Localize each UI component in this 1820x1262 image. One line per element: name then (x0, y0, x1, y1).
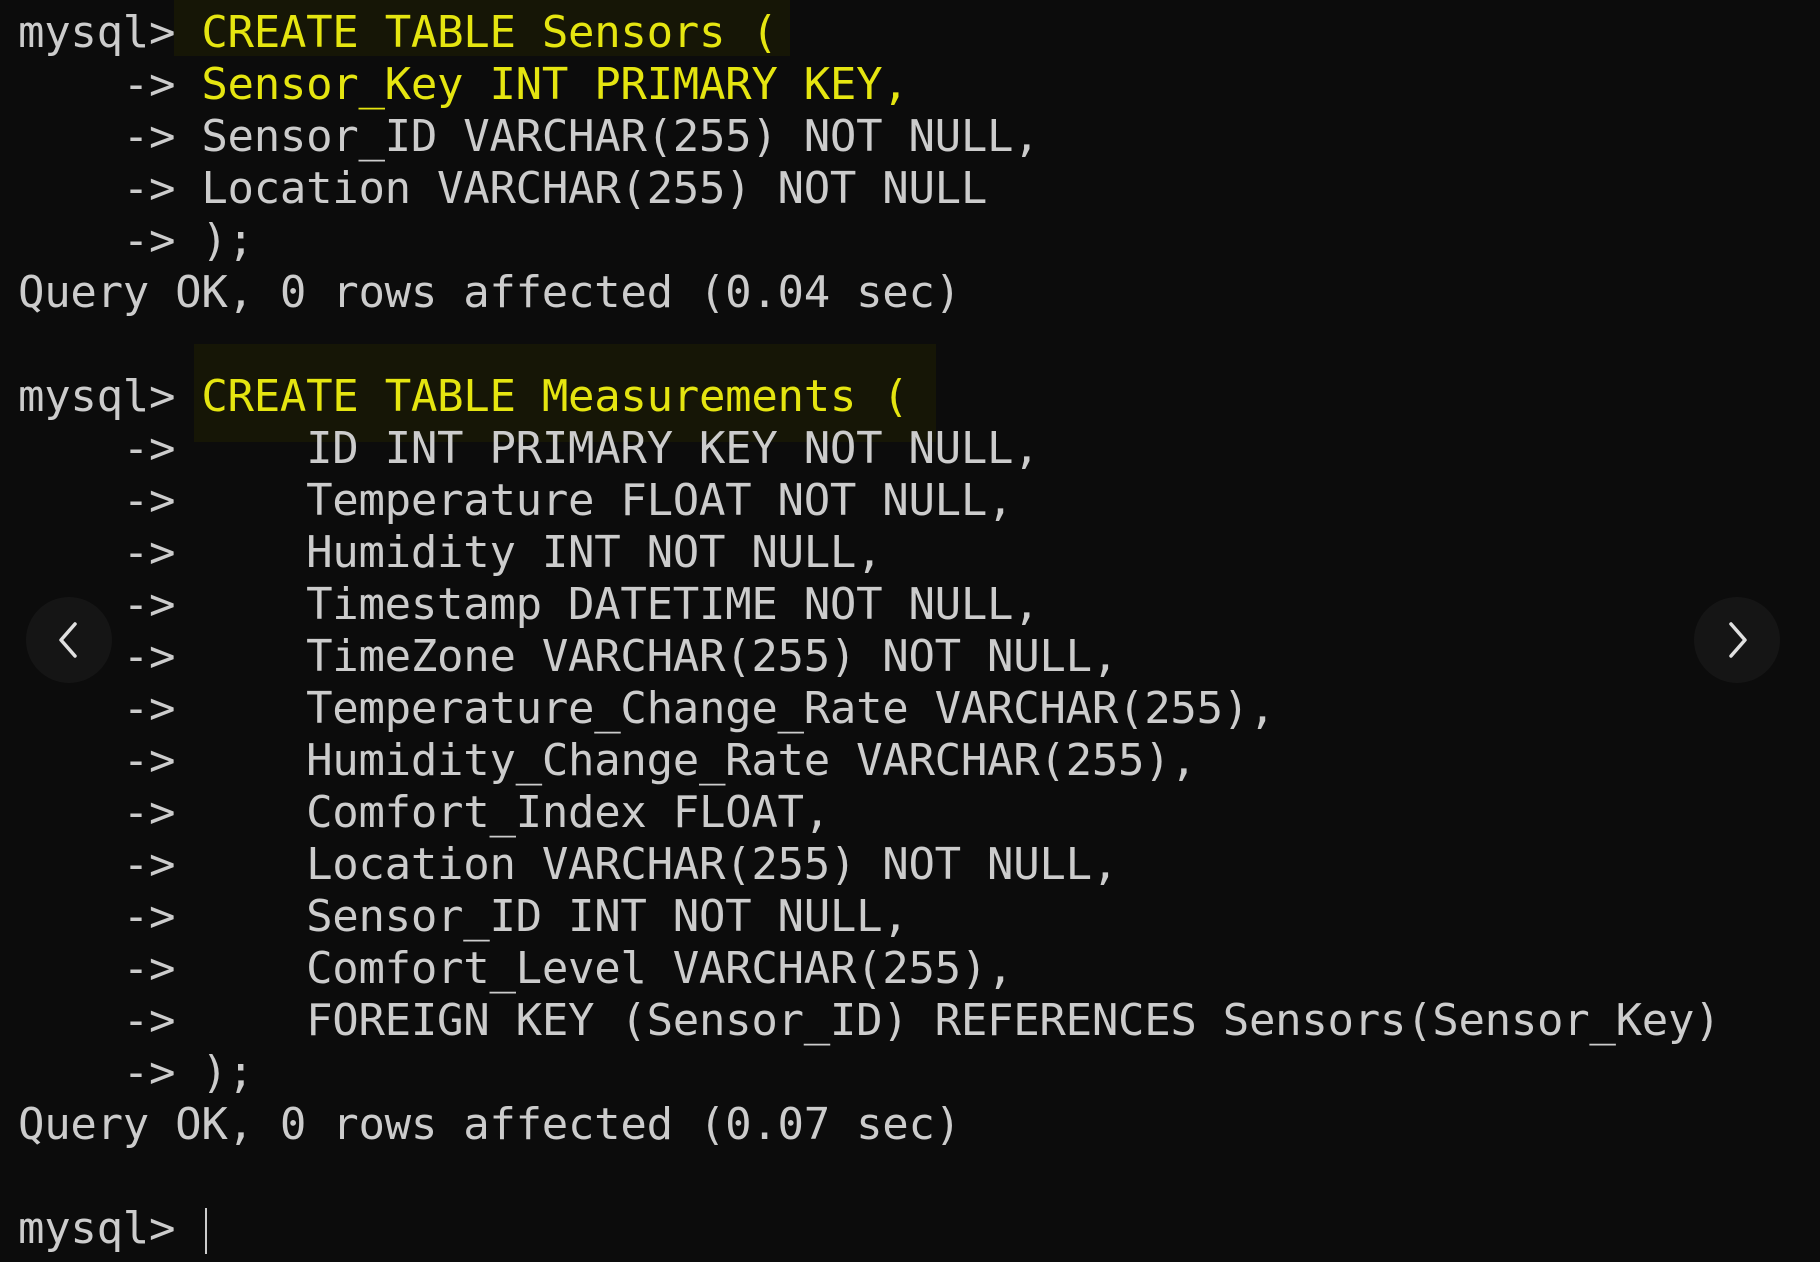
continuation-prompt: -> (18, 111, 176, 162)
sql-command: Sensor_Key INT PRIMARY KEY, (175, 59, 909, 110)
sql-command: TimeZone VARCHAR(255) NOT NULL, (175, 631, 1119, 682)
continuation-prompt: -> (18, 215, 176, 266)
sql-command: Humidity INT NOT NULL, (175, 527, 883, 578)
sql-command: Comfort_Index FLOAT, (175, 787, 830, 838)
prompt: mysql> (18, 7, 176, 58)
sql-command: Timestamp DATETIME NOT NULL, (175, 579, 1040, 630)
terminal-line: -> Location VARCHAR(255) NOT NULL, (18, 839, 1119, 891)
chevron-left-icon (53, 620, 85, 660)
continuation-prompt: -> (18, 839, 176, 890)
terminal-line: -> ); (18, 1047, 254, 1099)
terminal-line: mysql> CREATE TABLE Measurements ( (18, 371, 909, 423)
terminal-line: -> FOREIGN KEY (Sensor_ID) REFERENCES Se… (18, 995, 1721, 1047)
sql-command: Temperature_Change_Rate VARCHAR(255), (175, 683, 1276, 734)
continuation-prompt: -> (18, 1047, 176, 1098)
continuation-prompt: -> (18, 995, 176, 1046)
terminal-line: -> Location VARCHAR(255) NOT NULL (18, 163, 988, 215)
sql-command: CREATE TABLE Sensors ( (201, 7, 778, 58)
chevron-right-icon (1721, 620, 1753, 660)
terminal-line: -> Temperature FLOAT NOT NULL, (18, 475, 1014, 527)
sql-command: Comfort_Level VARCHAR(255), (175, 943, 1014, 994)
terminal-line: -> ID INT PRIMARY KEY NOT NULL, (18, 423, 1040, 475)
query-result: Query OK, 0 rows affected (0.07 sec) (18, 1099, 961, 1150)
sql-command: ID INT PRIMARY KEY NOT NULL, (175, 423, 1040, 474)
sql-command: Humidity_Change_Rate VARCHAR(255), (175, 735, 1197, 786)
sql-command: Location VARCHAR(255) NOT NULL (175, 163, 988, 214)
continuation-prompt: -> (18, 475, 176, 526)
sql-command: Sensor_ID INT NOT NULL, (175, 891, 909, 942)
sql-command: Sensor_ID VARCHAR(255) NOT NULL, (175, 111, 1040, 162)
continuation-prompt: -> (18, 163, 176, 214)
prompt: mysql> (18, 1203, 176, 1254)
next-button[interactable] (1694, 597, 1780, 683)
continuation-prompt: -> (18, 527, 176, 578)
terminal-line: -> Sensor_ID INT NOT NULL, (18, 891, 909, 943)
terminal-line: -> TimeZone VARCHAR(255) NOT NULL, (18, 631, 1119, 683)
terminal-line: -> Timestamp DATETIME NOT NULL, (18, 579, 1040, 631)
terminal-line: -> Sensor_ID VARCHAR(255) NOT NULL, (18, 111, 1040, 163)
sql-command: FOREIGN KEY (Sensor_ID) REFERENCES Senso… (175, 995, 1721, 1046)
continuation-prompt: -> (18, 735, 176, 786)
prompt: mysql> (18, 371, 176, 422)
continuation-prompt: -> (18, 891, 176, 942)
terminal-line: -> Humidity_Change_Rate VARCHAR(255), (18, 735, 1197, 787)
continuation-prompt: -> (18, 683, 176, 734)
terminal-line: -> Humidity INT NOT NULL, (18, 527, 883, 579)
terminal-line: -> Comfort_Index FLOAT, (18, 787, 830, 839)
sql-command: Location VARCHAR(255) NOT NULL, (175, 839, 1119, 890)
terminal-line: -> Sensor_Key INT PRIMARY KEY, (18, 59, 909, 111)
sql-command: CREATE TABLE Measurements ( (201, 371, 909, 422)
sql-command: ); (175, 1047, 254, 1098)
terminal-line: -> ); (18, 215, 254, 267)
previous-button[interactable] (26, 597, 112, 683)
query-result: Query OK, 0 rows affected (0.04 sec) (18, 267, 961, 318)
terminal-window[interactable]: mysql> CREATE TABLE Sensors ( -> Sensor_… (0, 0, 1820, 1262)
input-line[interactable]: mysql> (18, 1203, 208, 1255)
text-cursor (205, 1208, 208, 1254)
continuation-prompt: -> (18, 59, 176, 110)
terminal-line: -> Temperature_Change_Rate VARCHAR(255), (18, 683, 1276, 735)
sql-command: ); (175, 215, 254, 266)
terminal-line: mysql> CREATE TABLE Sensors ( (18, 7, 778, 59)
continuation-prompt: -> (18, 423, 176, 474)
continuation-prompt: -> (18, 787, 176, 838)
terminal-line: -> Comfort_Level VARCHAR(255), (18, 943, 1014, 995)
continuation-prompt: -> (18, 943, 176, 994)
sql-command: Temperature FLOAT NOT NULL, (175, 475, 1014, 526)
